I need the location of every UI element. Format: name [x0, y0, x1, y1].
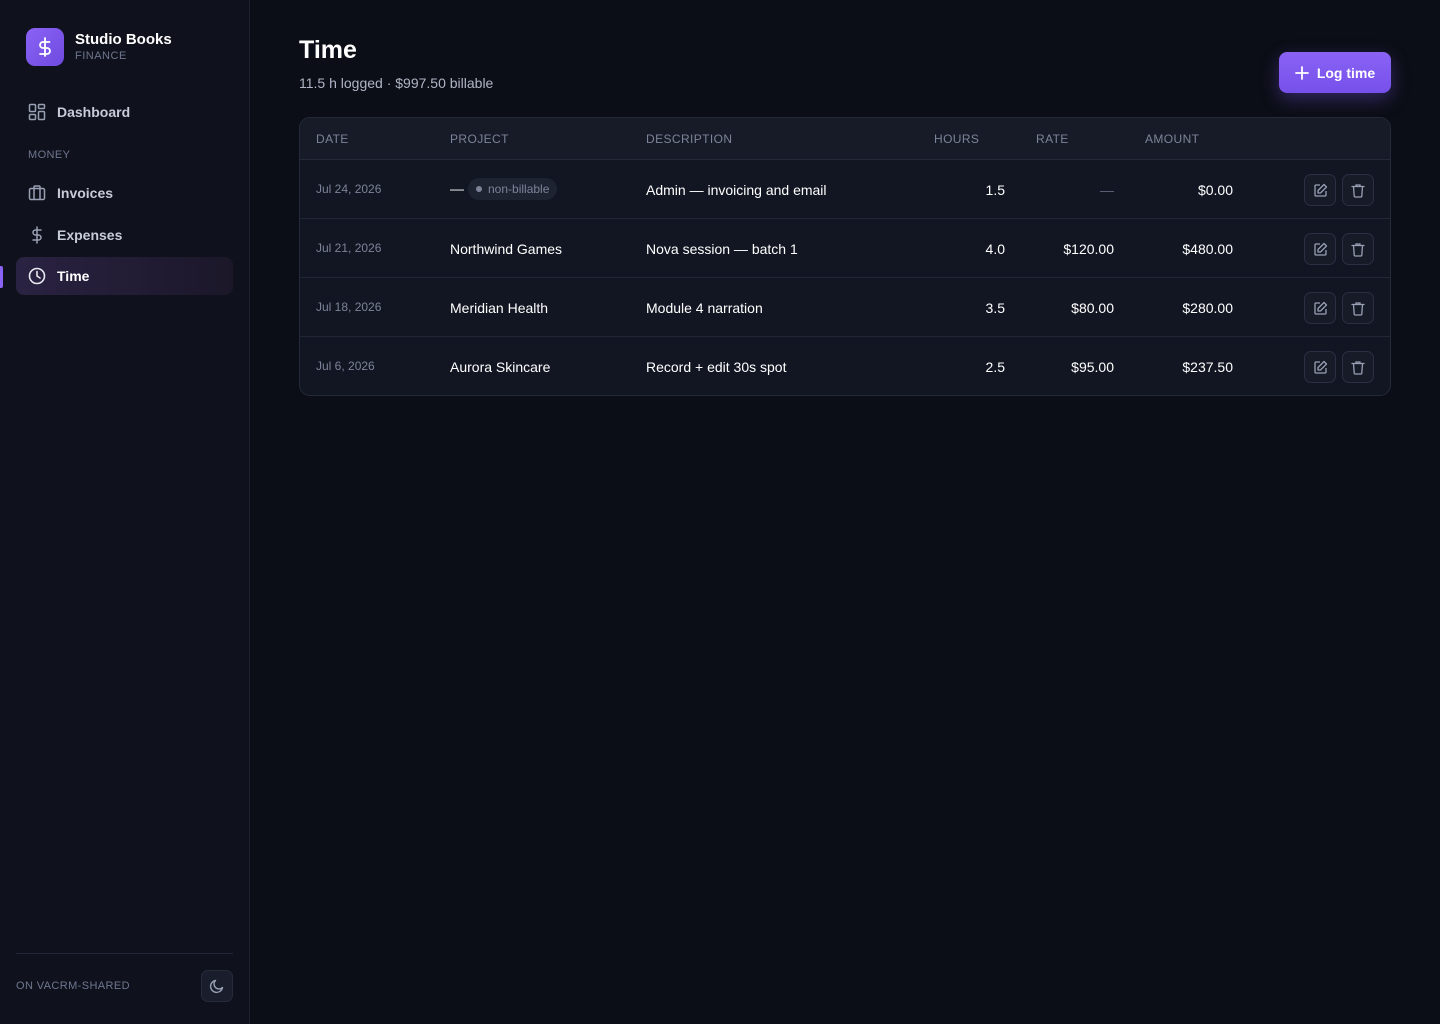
table-row[interactable]: Jul 6, 2026 Aurora Skincare Record + edi…	[300, 337, 1390, 395]
delete-button[interactable]	[1342, 174, 1374, 206]
table-row[interactable]: Jul 21, 2026 Northwind Games Nova sessio…	[300, 219, 1390, 278]
status-dot-icon	[476, 186, 482, 192]
entry-amount: $280.00	[1182, 300, 1233, 316]
entry-project: — non-billable	[450, 178, 558, 201]
edit-icon	[1313, 242, 1328, 257]
table-row[interactable]: Jul 24, 2026 — non-billable Admin — invoi…	[300, 160, 1390, 219]
workspace-label: ON VACRM-SHARED	[16, 980, 130, 992]
entry-amount: $480.00	[1182, 241, 1233, 257]
entry-rate: —	[1100, 182, 1114, 198]
page-title: Time	[299, 36, 357, 64]
entry-rate: $95.00	[1071, 359, 1114, 375]
delete-button[interactable]	[1342, 292, 1374, 324]
non-billable-badge: non-billable	[468, 178, 558, 200]
trash-icon	[1351, 301, 1365, 316]
sidebar-item-label: Expenses	[57, 227, 123, 243]
plus-icon	[1294, 65, 1309, 80]
table-header: DATE PROJECT DESCRIPTION HOURS RATE AMOU…	[300, 118, 1390, 160]
edit-button[interactable]	[1304, 351, 1336, 383]
dashboard-grid-icon	[27, 102, 47, 122]
entry-hours: 3.5	[985, 300, 1005, 316]
entry-date: Jul 24, 2026	[316, 182, 382, 196]
entry-description: Nova session — batch 1	[646, 241, 798, 257]
badge-label: non-billable	[488, 182, 550, 196]
edit-button[interactable]	[1304, 233, 1336, 265]
brand-subtitle: FINANCE	[75, 50, 127, 62]
entry-hours: 1.5	[985, 182, 1005, 198]
log-time-button[interactable]: Log time	[1279, 52, 1391, 93]
entry-date: Jul 6, 2026	[316, 359, 375, 373]
entry-project: Northwind Games	[450, 241, 563, 257]
sidebar-item-expenses[interactable]: Expenses	[16, 216, 233, 254]
sidebar-item-label: Time	[57, 268, 90, 284]
column-header-project[interactable]: PROJECT	[450, 132, 509, 146]
entry-date: Jul 21, 2026	[316, 241, 382, 255]
active-nav-indicator	[0, 266, 3, 288]
clock-icon	[27, 266, 47, 286]
column-header-description[interactable]: DESCRIPTION	[646, 132, 732, 146]
delete-button[interactable]	[1342, 351, 1374, 383]
dollar-icon	[27, 225, 47, 245]
time-entries-table: DATE PROJECT DESCRIPTION HOURS RATE AMOU…	[299, 117, 1391, 396]
trash-icon	[1351, 360, 1365, 375]
log-time-label: Log time	[1316, 64, 1376, 81]
column-header-amount[interactable]: AMOUNT	[1145, 132, 1199, 146]
sidebar-item-label: Invoices	[57, 185, 114, 201]
dollar-icon	[26, 28, 64, 66]
entry-project: Meridian Health	[450, 300, 549, 316]
briefcase-icon	[27, 183, 47, 203]
entry-description: Module 4 narration	[646, 300, 763, 316]
entry-description: Admin — invoicing and email	[646, 182, 827, 198]
edit-button[interactable]	[1304, 292, 1336, 324]
edit-icon	[1313, 301, 1328, 316]
edit-icon	[1313, 360, 1328, 375]
trash-icon	[1351, 242, 1365, 257]
entry-rate: $80.00	[1071, 300, 1114, 316]
entry-amount: $237.50	[1182, 359, 1233, 375]
section-label-money: MONEY	[28, 149, 71, 161]
entry-project: Aurora Skincare	[450, 359, 551, 375]
entry-hours: 4.0	[985, 241, 1005, 257]
entry-hours: 2.5	[985, 359, 1005, 375]
entry-description: Record + edit 30s spot	[646, 359, 787, 375]
entry-date: Jul 18, 2026	[316, 300, 382, 314]
moon-icon	[209, 978, 225, 994]
page-summary: 11.5 h logged · $997.50 billable	[299, 75, 494, 91]
sidebar-item-time[interactable]: Time	[16, 257, 233, 295]
edit-button[interactable]	[1304, 174, 1336, 206]
brand[interactable]: Studio Books FINANCE	[26, 28, 172, 66]
delete-button[interactable]	[1342, 233, 1374, 265]
sidebar-item-label: Dashboard	[57, 104, 131, 120]
entry-amount: $0.00	[1197, 182, 1233, 198]
table-row[interactable]: Jul 18, 2026 Meridian Health Module 4 na…	[300, 278, 1390, 337]
sidebar: Studio Books FINANCE Dashboard MONEY Inv…	[0, 0, 250, 1024]
brand-name: Studio Books	[75, 31, 172, 48]
column-header-hours[interactable]: HOURS	[934, 132, 979, 146]
theme-toggle-button[interactable]	[201, 970, 233, 1002]
edit-icon	[1313, 183, 1328, 198]
entry-project-name: —	[450, 180, 464, 197]
column-header-date[interactable]: DATE	[316, 132, 349, 146]
sidebar-item-dashboard[interactable]: Dashboard	[16, 93, 233, 131]
sidebar-divider	[16, 953, 233, 954]
trash-icon	[1351, 183, 1365, 198]
sidebar-item-invoices[interactable]: Invoices	[16, 174, 233, 212]
column-header-rate[interactable]: RATE	[1036, 132, 1069, 146]
entry-rate: $120.00	[1063, 241, 1114, 257]
